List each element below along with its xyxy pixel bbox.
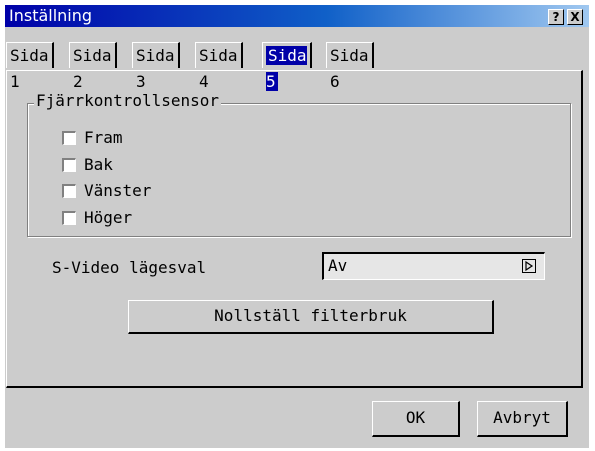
tab-sida-2[interactable]: Sida 2 xyxy=(69,42,117,91)
svideo-label: S-Video lägesval xyxy=(52,258,207,277)
triangle-right-icon[interactable] xyxy=(522,259,536,273)
checkbox-box[interactable] xyxy=(62,184,76,198)
cancel-button[interactable]: Avbryt xyxy=(477,401,568,437)
help-button[interactable]: ? xyxy=(548,9,564,25)
checkbox-box[interactable] xyxy=(62,131,76,145)
reset-filter-button[interactable]: Nollställ filterbruk xyxy=(128,300,494,334)
checkbox-box[interactable] xyxy=(62,211,76,225)
checkbox-label: Vänster xyxy=(84,181,152,200)
title-bar[interactable]: Inställning ? X xyxy=(5,5,589,27)
close-button[interactable]: X xyxy=(567,9,583,25)
checkbox-label: Fram xyxy=(84,128,123,147)
svideo-select[interactable]: Av xyxy=(322,252,545,280)
tab-sida-4[interactable]: Sida 4 xyxy=(195,42,243,91)
remote-sensor-title: Fjärrkontrollsensor xyxy=(34,91,222,110)
checkbox-label: Bak xyxy=(84,155,113,174)
tab-sida-6[interactable]: Sida 6 xyxy=(326,42,374,91)
checkbox-label: Höger xyxy=(84,208,133,227)
tab-sida-1[interactable]: Sida 1 xyxy=(6,42,54,91)
tab-sida-3[interactable]: Sida 3 xyxy=(132,42,180,91)
window-title: Inställning xyxy=(9,6,93,25)
svideo-value: Av xyxy=(328,256,348,275)
checkbox-box[interactable] xyxy=(62,158,76,172)
ok-button[interactable]: OK xyxy=(372,401,460,437)
tab-sida-5[interactable]: Sida 5 xyxy=(262,42,312,91)
